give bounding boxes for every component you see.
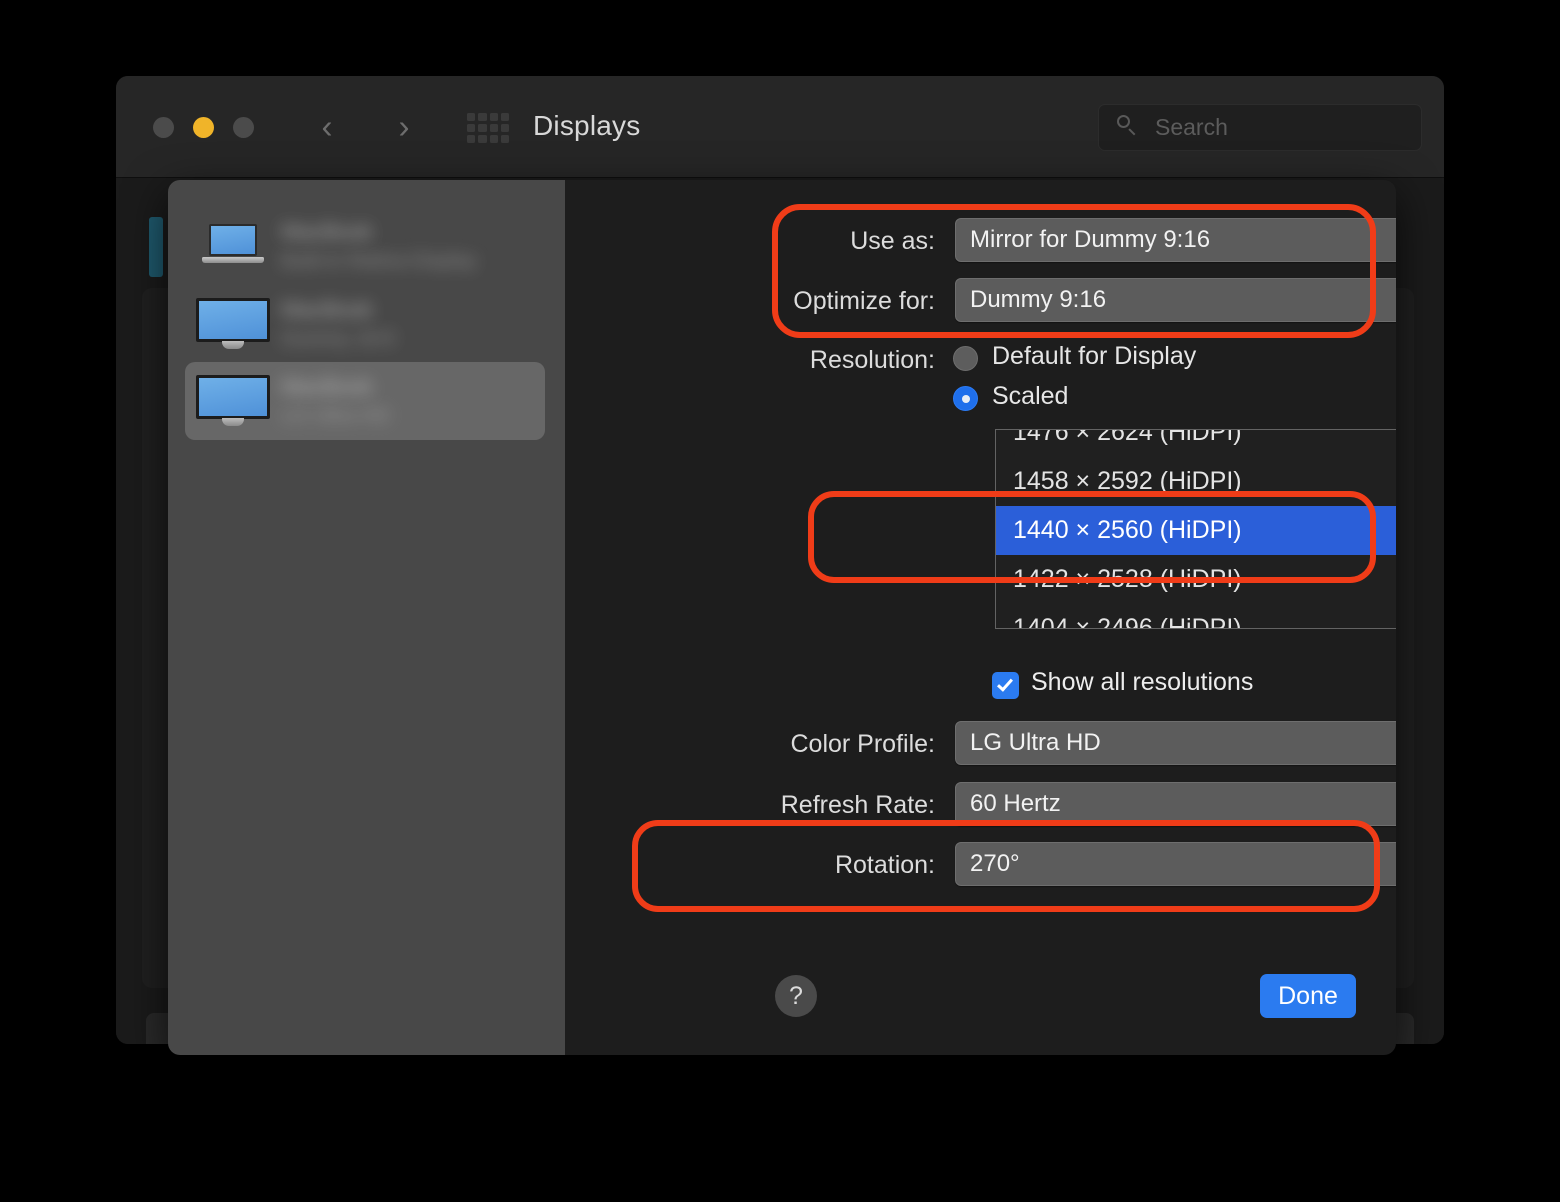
search-placeholder: Search xyxy=(1155,114,1228,140)
external-monitor-icon xyxy=(185,375,281,427)
forward-chevron-icon[interactable]: › xyxy=(389,110,419,144)
display-settings-sheet: MacBook Built-in Retina Display MacBook … xyxy=(168,180,1396,1055)
display-name: MacBook xyxy=(281,219,373,244)
optimize-for-value: Dummy 9:16 xyxy=(970,286,1107,313)
refresh-rate-value: 60 Hertz xyxy=(970,790,1061,817)
resolution-option[interactable]: 1404 × 2496 (HiDPI) xyxy=(996,604,1396,628)
close-button[interactable] xyxy=(153,117,174,138)
color-profile-dropdown[interactable]: LG Ultra HD xyxy=(955,721,1396,765)
search-input[interactable]: Search xyxy=(1098,104,1422,151)
use-as-label: Use as: xyxy=(850,227,935,255)
list-item[interactable]: MacBook Dummy 16:9 xyxy=(185,285,545,363)
zoom-button[interactable] xyxy=(233,117,254,138)
resolution-option-selected[interactable]: 1440 × 2560 (HiDPI) xyxy=(996,506,1396,555)
radio-scaled-label: Scaled xyxy=(992,382,1069,410)
window-titlebar: ‹ › Displays Search xyxy=(116,76,1444,178)
color-profile-label: Color Profile: xyxy=(790,730,936,758)
list-item[interactable]: MacBook Built-in Retina Display xyxy=(185,207,545,285)
radio-default-for-display[interactable] xyxy=(953,346,978,371)
done-button[interactable]: Done xyxy=(1260,974,1356,1018)
radio-default-for-display-label: Default for Display xyxy=(992,342,1197,370)
use-as-value: Mirror for Dummy 9:16 xyxy=(970,226,1211,253)
help-button[interactable]: ? xyxy=(775,975,817,1017)
laptop-display-icon xyxy=(185,224,281,268)
refresh-rate-label: Refresh Rate: xyxy=(780,791,935,819)
back-chevron-icon[interactable]: ‹ xyxy=(312,110,342,144)
rotation-dropdown[interactable]: 270° xyxy=(955,842,1396,886)
display-subtitle: Dummy 16:9 xyxy=(281,328,395,350)
rotation-value: 270° xyxy=(970,850,1020,877)
rotation-label: Rotation: xyxy=(834,851,935,879)
display-name: MacBook xyxy=(281,374,373,399)
list-item-selected[interactable]: MacBook LG Ultra HD xyxy=(185,362,545,440)
refresh-rate-dropdown[interactable]: 60 Hertz xyxy=(955,782,1396,826)
background-sidebar-accent xyxy=(149,217,163,277)
use-as-dropdown[interactable]: Mirror for Dummy 9:16 xyxy=(955,218,1396,262)
color-profile-value: LG Ultra HD xyxy=(970,729,1101,756)
external-monitor-icon xyxy=(185,298,281,350)
resolution-option[interactable]: 1458 × 2592 (HiDPI) xyxy=(996,457,1396,506)
optimize-for-label: Optimize for: xyxy=(793,287,935,315)
resolution-option[interactable]: 1422 × 2528 (HiDPI) xyxy=(996,555,1396,604)
minimize-button[interactable] xyxy=(193,117,214,138)
display-name: MacBook xyxy=(281,297,373,322)
radio-scaled[interactable] xyxy=(953,386,978,411)
resolution-option[interactable]: 1476 × 2624 (HiDPI) xyxy=(996,430,1396,457)
show-all-resolutions-label: Show all resolutions xyxy=(1031,668,1254,696)
resolution-listbox[interactable]: 1476 × 2624 (HiDPI) 1458 × 2592 (HiDPI) … xyxy=(995,429,1396,629)
resolution-label: Resolution: xyxy=(809,346,935,374)
show-all-resolutions-checkbox[interactable] xyxy=(992,672,1019,699)
page-title: Displays xyxy=(533,110,641,141)
display-settings-form: Use as: Mirror for Dummy 9:16 Optimize f… xyxy=(565,180,1396,1055)
show-all-grid-icon[interactable] xyxy=(467,113,509,143)
optimize-for-dropdown[interactable]: Dummy 9:16 xyxy=(955,278,1396,322)
display-subtitle: LG Ultra HD xyxy=(281,405,390,427)
display-subtitle: Built-in Retina Display xyxy=(281,250,477,272)
display-list-sidebar: MacBook Built-in Retina Display MacBook … xyxy=(168,180,565,1055)
search-icon xyxy=(1117,115,1139,137)
